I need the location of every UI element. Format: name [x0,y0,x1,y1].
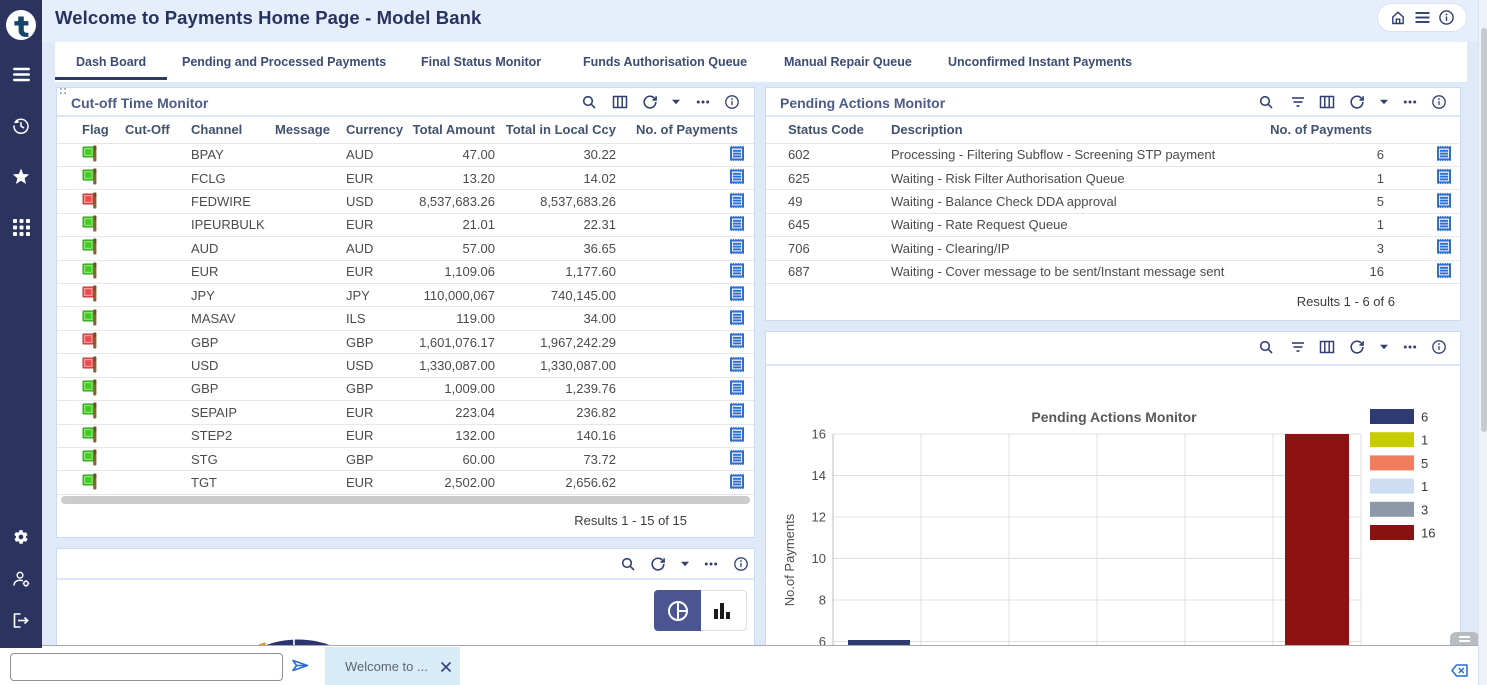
svg-text:16: 16 [812,427,826,442]
svg-text:10: 10 [812,551,826,566]
svg-text:1: 1 [1421,433,1428,448]
svg-text:6: 6 [1421,410,1428,425]
svg-text:8: 8 [819,593,826,608]
svg-text:Pending Actions Monitor: Pending Actions Monitor [1031,409,1197,425]
svg-text:1: 1 [1421,479,1428,494]
svg-text:5: 5 [1421,456,1428,471]
svg-text:3: 3 [1421,502,1428,517]
svg-text:No.of Payments: No.of Payments [782,513,797,606]
svg-text:16: 16 [1421,526,1435,541]
svg-text:14: 14 [812,468,826,483]
svg-text:12: 12 [812,510,826,525]
